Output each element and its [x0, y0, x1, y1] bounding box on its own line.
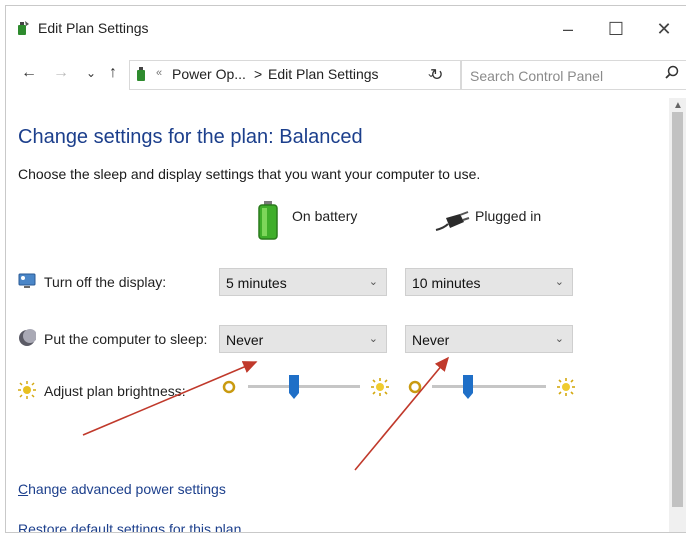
- slider-track: [432, 385, 546, 388]
- address-bar[interactable]: « Power Op... > Edit Plan Settings ⌄: [129, 60, 461, 90]
- change-advanced-power-settings-link[interactable]: Change advanced power settings: [18, 481, 226, 497]
- back-button[interactable]: ←: [20, 64, 38, 82]
- select-value: 5 minutes: [226, 275, 287, 291]
- page-subtitle: Choose the sleep and display settings th…: [18, 166, 481, 182]
- annotation-arrows: [82, 356, 450, 471]
- link-access-key: C: [18, 481, 29, 497]
- slider-track: [248, 385, 360, 388]
- brightness-high-icon: [557, 378, 575, 396]
- display-timeout-label: Turn off the display:: [44, 274, 167, 290]
- close-button[interactable]: ✕: [644, 14, 684, 44]
- title-bar: Edit Plan Settings – ☐ ✕: [6, 6, 686, 48]
- search-icon[interactable]: [664, 65, 680, 81]
- forward-button[interactable]: →: [52, 64, 70, 82]
- power-options-icon: [18, 21, 29, 35]
- restore-default-settings-link[interactable]: Restore default settings for this plan: [18, 521, 242, 533]
- scrollbar-thumb[interactable]: [672, 112, 683, 507]
- sleep-on-battery-select[interactable]: Never ⌄: [219, 325, 387, 353]
- display-plugged-in-select[interactable]: 10 minutes ⌄: [405, 268, 573, 296]
- brightness-high-icon: [371, 378, 389, 396]
- breadcrumb-power-options[interactable]: Power Op...: [172, 66, 246, 82]
- search-box[interactable]: [461, 60, 686, 90]
- control-panel-icon: [137, 67, 145, 81]
- select-value: Never: [226, 332, 264, 348]
- chevron-down-icon: ⌄: [554, 333, 564, 345]
- select-value: 10 minutes: [412, 275, 481, 291]
- recent-locations-button[interactable]: ⌄: [82, 66, 100, 80]
- brightness-low-icon: [408, 380, 422, 394]
- link-text: estore default settings for this plan: [28, 521, 242, 533]
- plugged-in-heading: Plugged in: [475, 208, 542, 224]
- brightness-plugged-in-slider[interactable]: [432, 375, 546, 399]
- window-title: Edit Plan Settings: [38, 20, 149, 36]
- chevron-down-icon: ⌄: [368, 333, 378, 345]
- display-icon: [18, 273, 36, 288]
- select-value: Never: [412, 332, 450, 348]
- scroll-up-arrow-icon[interactable]: ▲: [673, 100, 683, 111]
- refresh-button[interactable]: ↻: [430, 65, 443, 85]
- vertical-scrollbar[interactable]: ▲: [669, 98, 686, 532]
- breadcrumb-edit-plan-settings[interactable]: Edit Plan Settings: [268, 66, 379, 82]
- content-area: Change settings for the plan: Balanced C…: [6, 98, 686, 532]
- breadcrumb-overflow-icon[interactable]: «: [156, 67, 162, 79]
- link-access-key: R: [18, 521, 29, 533]
- brightness-sun-icon: [18, 381, 36, 399]
- chevron-down-icon: ⌄: [554, 276, 564, 288]
- display-on-battery-select[interactable]: 5 minutes ⌄: [219, 268, 387, 296]
- power-plug-icon: [435, 211, 470, 231]
- sleep-plugged-in-select[interactable]: Never ⌄: [405, 325, 573, 353]
- brightness-label: Adjust plan brightness:: [44, 383, 186, 399]
- up-button[interactable]: ↑: [104, 64, 122, 82]
- edit-plan-settings-window: Edit Plan Settings – ☐ ✕ ← → ⌄ ↑ « Power…: [5, 5, 686, 533]
- chevron-down-icon: ⌄: [368, 276, 378, 288]
- sleep-moon-icon: [19, 329, 36, 346]
- battery-icon: [258, 201, 278, 240]
- on-battery-heading: On battery: [292, 208, 358, 224]
- brightness-low-icon: [222, 380, 236, 394]
- breadcrumb-arrow-icon[interactable]: >: [254, 66, 262, 82]
- link-text: hange advanced power settings: [28, 481, 226, 497]
- slider-thumb[interactable]: [289, 375, 299, 399]
- sleep-label: Put the computer to sleep:: [44, 331, 208, 347]
- slider-thumb[interactable]: [463, 375, 473, 399]
- minimize-button[interactable]: –: [548, 14, 588, 44]
- address-row: ← → ⌄ ↑ « Power Op... > Edit Plan Settin…: [6, 54, 686, 94]
- maximize-button[interactable]: ☐: [596, 14, 636, 44]
- search-input[interactable]: [468, 65, 652, 87]
- page-title: Change settings for the plan: Balanced: [18, 126, 363, 148]
- brightness-on-battery-slider[interactable]: [248, 375, 360, 399]
